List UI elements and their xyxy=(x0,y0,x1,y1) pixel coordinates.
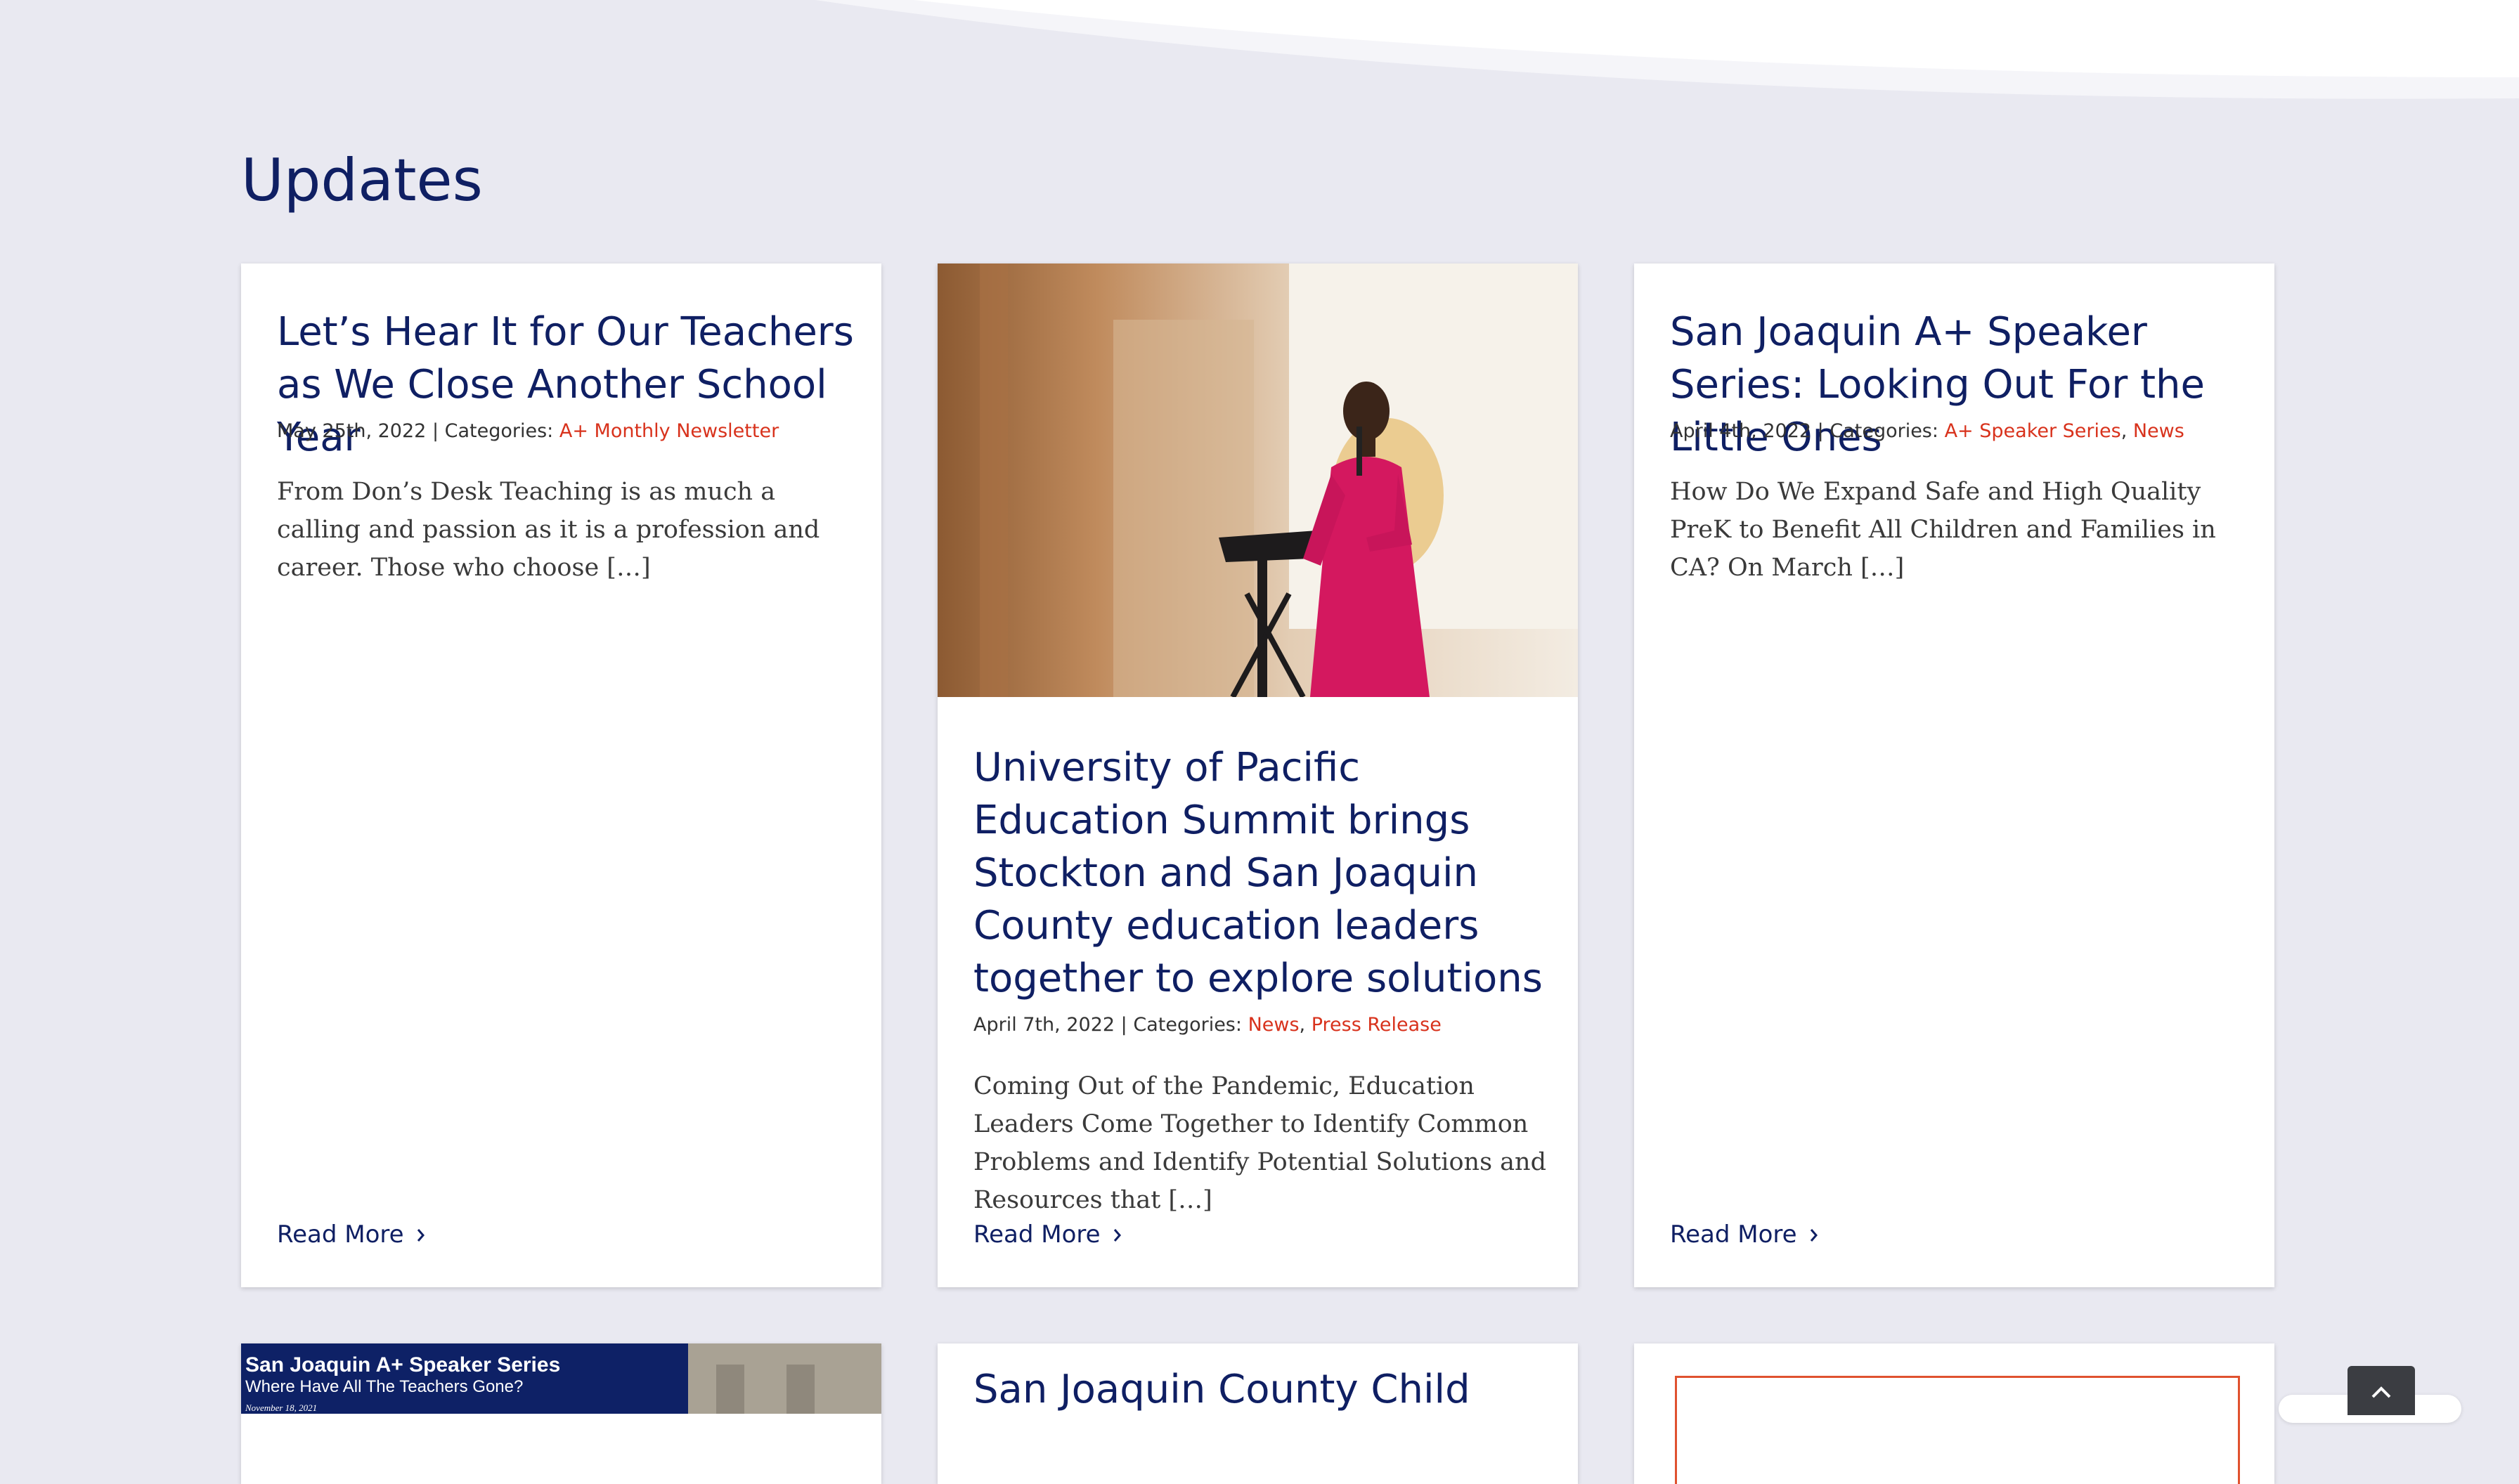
post-card-6 xyxy=(1634,1343,2274,1484)
post-excerpt: Coming Out of the Pandemic, Education Le… xyxy=(973,1072,1546,1214)
post-excerpt: From Don’s Desk Teaching is as much a ca… xyxy=(277,478,820,582)
post-meta: May 25th, 2022 | Categories: A+ Monthly … xyxy=(277,420,779,442)
read-more-link[interactable]: Read More xyxy=(973,1221,1123,1249)
thumbnail-date: November 18, 2021 xyxy=(245,1402,318,1413)
post-card-2: University of Pacific Education Summit b… xyxy=(938,263,1578,1287)
post-date: April 7th, 2022 xyxy=(973,1014,1115,1036)
post-date: April 4th, 2022 xyxy=(1670,420,1812,442)
chevron-right-icon xyxy=(1811,1229,1818,1242)
post-card-1: Let’s Hear It for Our Teachers as We Clo… xyxy=(241,263,881,1287)
category-link[interactable]: Press Release xyxy=(1312,1014,1442,1036)
post-featured-image[interactable] xyxy=(938,263,1578,697)
section-title: Updates xyxy=(241,146,483,214)
read-more-label: Read More xyxy=(973,1221,1101,1249)
post-card-4: San Joaquin A+ Speaker Series Where Have… xyxy=(241,1343,881,1484)
thumbnail-subtitle: Where Have All The Teachers Gone? xyxy=(245,1377,524,1396)
categories-label: Categories: xyxy=(1830,420,1938,442)
post-card-5: San Joaquin County Child xyxy=(938,1343,1578,1484)
post-thumbnail-frame[interactable] xyxy=(1675,1376,2240,1484)
post-meta: April 7th, 2022 | Categories: News, Pres… xyxy=(973,1014,1442,1036)
thumbnail-title: San Joaquin A+ Speaker Series xyxy=(245,1353,561,1376)
scroll-to-top-button[interactable] xyxy=(2348,1366,2415,1415)
post-excerpt: How Do We Expand Safe and High Quality P… xyxy=(1670,478,2216,582)
chevron-right-icon xyxy=(1114,1229,1122,1242)
read-more-link[interactable]: Read More xyxy=(277,1221,427,1249)
header-wave-decoration xyxy=(815,0,2519,99)
read-more-link[interactable]: Read More xyxy=(1670,1221,1820,1249)
chevron-right-icon xyxy=(417,1229,425,1242)
post-title-link[interactable]: San Joaquin County Child xyxy=(973,1363,1564,1416)
categories-label: Categories: xyxy=(1133,1014,1242,1036)
post-title-link[interactable]: University of Pacific Education Summit b… xyxy=(973,741,1550,1005)
categories-label: Categories: xyxy=(444,420,554,442)
category-link[interactable]: News xyxy=(2133,420,2184,442)
post-meta: April 4th, 2022 | Categories: A+ Speaker… xyxy=(1670,420,2184,442)
category-link[interactable]: A+ Speaker Series xyxy=(1945,420,2121,442)
post-card-3: San Joaquin A+ Speaker Series: Looking O… xyxy=(1634,263,2274,1287)
category-link[interactable]: News xyxy=(1248,1014,1300,1036)
chevron-up-icon xyxy=(2371,1386,2391,1398)
read-more-label: Read More xyxy=(1670,1221,1797,1249)
read-more-label: Read More xyxy=(277,1221,404,1249)
post-thumbnail-banner[interactable]: San Joaquin A+ Speaker Series Where Have… xyxy=(241,1343,688,1414)
post-date: May 25th, 2022 xyxy=(277,420,427,442)
category-link[interactable]: A+ Monthly Newsletter xyxy=(559,420,779,442)
thumbnail-photo xyxy=(688,1343,881,1414)
